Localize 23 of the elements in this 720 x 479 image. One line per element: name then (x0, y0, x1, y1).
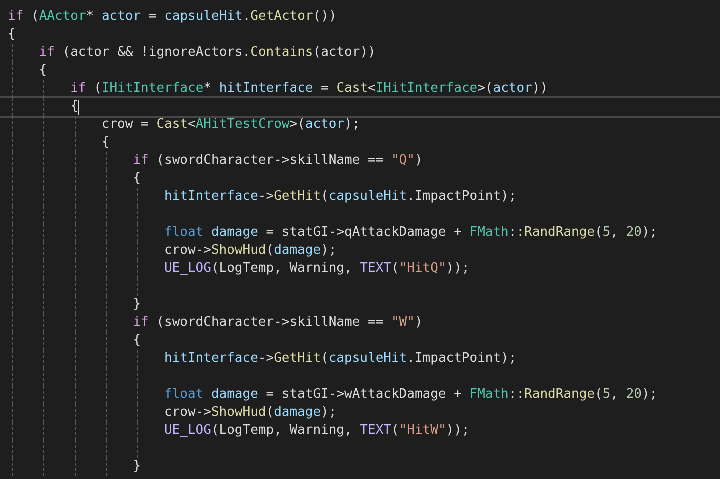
code-line: if (AActor* actor = capsuleHit.GetActor()) (8, 8, 337, 26)
code-line: hitInterface->GetHit(capsuleHit.ImpactPoint); (164, 350, 517, 368)
code-line: crow = Cast<AHitTestCrow>(actor); (102, 116, 360, 134)
text-cursor (78, 100, 80, 114)
code-line: { (8, 26, 16, 44)
code-line: { (133, 170, 142, 188)
code-line: crow->ShowHud(damage); (164, 404, 337, 422)
code-line: { (102, 134, 110, 152)
code-line: { (70, 98, 78, 116)
code-line: } (133, 296, 142, 314)
code-line: hitInterface->GetHit(capsuleHit.ImpactPoint); (164, 188, 517, 206)
code-line: if (swordCharacter->skillName == "W") (133, 314, 423, 332)
code-line: } (133, 458, 142, 476)
code-line: { (39, 62, 48, 80)
code-line: UE_LOG(LogTemp, Warning, TEXT("HitW")); (164, 422, 470, 440)
code-line: { (133, 332, 142, 350)
code-line: float damage = statGI->wAttackDamage + FMath::RandRange(5, 20); (164, 386, 658, 404)
code-line: crow->ShowHud(damage); (164, 242, 337, 260)
code-line: if (actor && !ignoreActors.Contains(actor)) (39, 44, 376, 62)
code-line: if (swordCharacter->skillName == "Q") (133, 152, 423, 170)
code-line: if (IHitInterface* hitInterface = Cast<IHitInterface>(actor)) (70, 80, 548, 98)
code-line: UE_LOG(LogTemp, Warning, TEXT("HitQ")); (164, 260, 470, 278)
code-line: float damage = statGI->qAttackDamage + FMath::RandRange(5, 20); (164, 224, 658, 242)
